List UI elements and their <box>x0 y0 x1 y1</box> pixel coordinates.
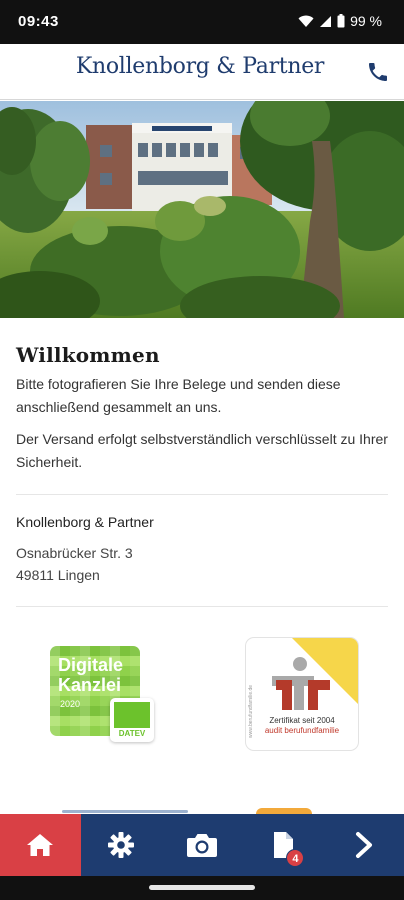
address-city: 49811 Lingen <box>16 567 100 583</box>
audit-caption-certificate: Zertifikat seit 2004 <box>269 716 335 725</box>
nav-settings[interactable] <box>81 814 162 876</box>
welcome-paragraph-1: Bitte fotografieren Sie Ihre Belege und … <box>16 376 341 415</box>
datev-digitale-kanzlei-logo: Digitale Kanzlei 2020 DATEV <box>50 646 154 744</box>
battery-percent: 99 % <box>350 13 382 29</box>
bottom-navigation: 4 <box>0 814 404 876</box>
wifi-icon <box>298 15 314 27</box>
audit-caption-name: audit berufundfamilie <box>264 726 340 735</box>
system-gesture-bar <box>0 876 404 900</box>
welcome-title: Willkommen <box>16 343 160 367</box>
phone-icon[interactable] <box>366 60 390 84</box>
datev-mark: DATEV <box>118 729 146 738</box>
signal-icon <box>320 15 332 27</box>
nav-documents[interactable]: 4 <box>242 814 323 876</box>
datev-title: Digitale Kanzlei <box>58 655 124 695</box>
welcome-section: Willkommen Bitte fotografieren Sie Ihre … <box>16 318 388 607</box>
gear-icon <box>108 832 135 858</box>
divider <box>16 606 388 607</box>
audit-symbol-icon <box>272 657 330 710</box>
address-block: Osnabrücker Str. 3 49811 Lingen <box>16 542 388 586</box>
chevron-right-icon <box>355 832 372 858</box>
office-photo <box>0 101 404 318</box>
nav-home[interactable] <box>0 814 81 876</box>
company-name: Knollenborg & Partner <box>16 514 154 530</box>
audit-card: www.berufundfamilie.de Zertifikat seit 2… <box>246 638 358 750</box>
status-icons: 99 % <box>298 13 382 29</box>
welcome-paragraph-2: Der Versand erfolgt selbstverständlich v… <box>16 431 388 470</box>
documents-count-badge: 4 <box>286 849 305 867</box>
nav-camera[interactable] <box>162 814 243 876</box>
brand-title: Knollenborg & Partner <box>75 54 325 79</box>
datev-year: 2020 <box>60 699 81 709</box>
camera-icon <box>186 834 217 857</box>
divider <box>16 494 388 495</box>
datev-badge: DATEV <box>110 698 154 742</box>
partial-logo-left <box>62 810 188 813</box>
home-indicator[interactable] <box>149 885 255 890</box>
address-street: Osnabrücker Str. 3 <box>16 545 133 561</box>
home-icon <box>27 834 54 856</box>
audit-berufundfamilie-logo: www.berufundfamilie.de Zertifikat seit 2… <box>246 638 362 752</box>
battery-icon <box>337 14 345 28</box>
status-bar: 09:43 99 % <box>0 0 404 44</box>
app-header: Knollenborg & Partner <box>0 44 404 100</box>
nav-next[interactable] <box>323 814 404 876</box>
status-time: 09:43 <box>18 13 59 30</box>
